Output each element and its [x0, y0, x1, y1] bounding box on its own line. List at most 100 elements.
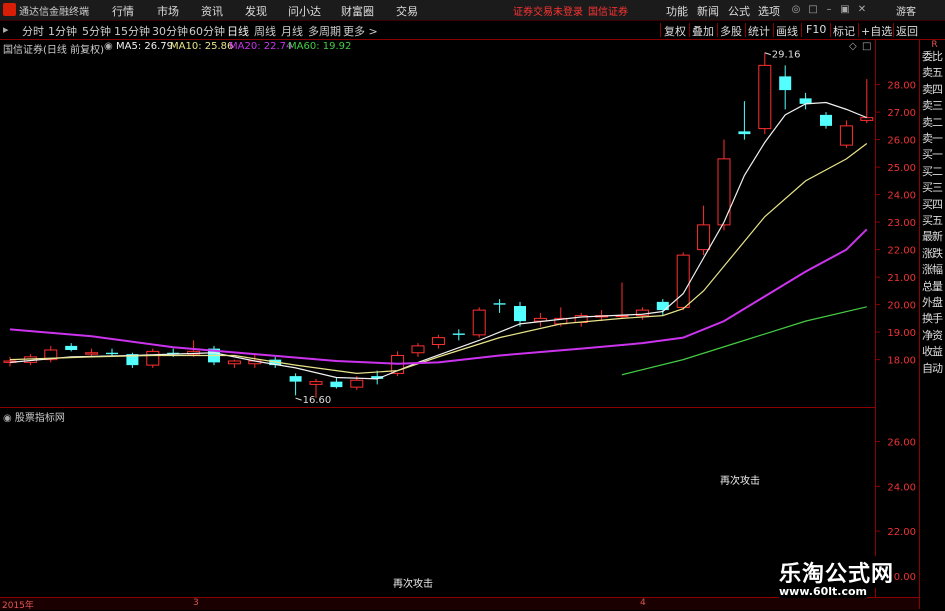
price-tick-label: 27.00 — [887, 108, 916, 119]
menu-trade[interactable]: 交易 — [396, 3, 418, 19]
extreme-pointer — [764, 52, 771, 56]
broker-name[interactable]: 国信证券 — [588, 3, 628, 18]
annotation-attack-2: 再次攻击 — [393, 579, 433, 590]
tab-daily[interactable]: 日线 — [227, 23, 249, 39]
quote-panel-item[interactable]: 涨幅 — [922, 261, 945, 277]
tab-30min[interactable]: 30分钟 — [152, 23, 188, 39]
price-tick-label: 25.00 — [887, 163, 916, 174]
message-icon[interactable]: ◎ — [790, 4, 802, 15]
tab-multi-period[interactable]: 多周期 — [308, 23, 341, 39]
candle-body — [85, 352, 99, 355]
candle-body — [676, 254, 690, 308]
mark-button[interactable]: 标记 — [833, 23, 855, 39]
tab-monthly[interactable]: 月线 — [281, 23, 303, 39]
menu-market[interactable]: 市场 — [157, 3, 179, 19]
extreme-label: 16.60 — [303, 395, 332, 406]
quote-panel-item[interactable]: 买四 — [922, 196, 945, 212]
candle-body — [820, 114, 832, 126]
candle-body — [330, 381, 343, 388]
quote-panel-item[interactable]: 买一 — [922, 146, 945, 162]
candle-body — [65, 345, 78, 350]
candle-body — [472, 309, 486, 336]
candle-body — [717, 158, 731, 226]
quote-panel-item[interactable]: 买二 — [922, 163, 945, 179]
guest-login[interactable]: 游客 — [896, 3, 916, 18]
quote-side-panel: R 委比 卖五 卖四 卖三 卖二 卖一 买一 买二 买三 买四 买五 最新 涨跌 涨幅 总量 外盘 换手 净资 收益… — [919, 40, 945, 609]
quote-panel-item[interactable]: 换手 — [922, 310, 945, 326]
period-toolbar: ▸ 分时 1分钟 5分钟 15分钟 30分钟 60分钟 日线 周线 月线 多周期… — [0, 21, 945, 40]
tab-1min[interactable]: 1分钟 — [48, 23, 77, 39]
menu-news[interactable]: 资讯 — [201, 3, 223, 19]
candle-body — [411, 345, 425, 354]
title-bar: 通达信金融终端 行情 市场 资讯 发现 问小达 财富圈 交易 证券交易未登录 国… — [0, 0, 945, 21]
tab-more[interactable]: 更多 > — [343, 23, 378, 39]
quote-panel-item[interactable]: 净资 — [922, 327, 945, 343]
sub-tick-label: 22.00 — [887, 527, 916, 538]
candle-body — [839, 125, 853, 146]
watermark-title: 乐淘公式网 — [779, 556, 895, 588]
candle-body — [860, 117, 874, 121]
extreme-pointer — [295, 397, 302, 401]
quote-panel-item[interactable]: 卖四 — [922, 81, 945, 97]
close-icon[interactable]: ✕ — [856, 4, 868, 15]
multi-stock-button[interactable]: 多股 — [720, 23, 742, 39]
quote-panel-item[interactable]: 买五 — [922, 212, 945, 228]
candlestick-chart[interactable]: 18.00 19.00 20.00 21.00 22.00 23.00 24.00 25.00… — [0, 40, 919, 407]
quote-panel-item[interactable]: 收益 — [922, 343, 945, 359]
quote-panel-item[interactable]: 涨跌 — [922, 245, 945, 261]
menu-discover[interactable]: 发现 — [245, 3, 267, 19]
watermark-url: www.60lt.com — [779, 585, 868, 598]
window-icon[interactable]: □ — [807, 4, 819, 15]
adjust-price-button[interactable]: 复权 — [664, 23, 686, 39]
menu-market-quotes[interactable]: 行情 — [112, 3, 134, 19]
time-label-april: 4 — [640, 598, 646, 608]
tab-intraday[interactable]: 分时 — [22, 23, 44, 39]
indicator-settings-icon[interactable]: ◉ — [3, 413, 12, 424]
candle-body — [758, 64, 772, 130]
price-tick-label: 22.00 — [887, 246, 916, 257]
overlay-button[interactable]: 叠加 — [692, 23, 714, 39]
price-tick-label: 23.00 — [887, 218, 916, 229]
quote-panel-item[interactable]: 卖五 — [922, 64, 945, 80]
tab-weekly[interactable]: 周线 — [254, 23, 276, 39]
menu-options[interactable]: 选项 — [758, 3, 780, 19]
quote-panel-item[interactable]: 总量 — [922, 278, 945, 294]
tab-5min[interactable]: 5分钟 — [82, 23, 111, 39]
f10-button[interactable]: F10 — [806, 23, 826, 36]
quote-panel-item[interactable]: 买三 — [922, 179, 945, 195]
menu-headlines[interactable]: 新闻 — [697, 3, 719, 19]
sub-tick-label: 24.00 — [887, 482, 916, 493]
quote-panel-item[interactable]: 外盘 — [922, 294, 945, 310]
annotation-attack-1: 再次攻击 — [720, 476, 760, 487]
quote-panel-item[interactable]: 自动 — [922, 360, 945, 376]
trade-login-status[interactable]: 证券交易未登录 — [513, 3, 583, 18]
tab-60min[interactable]: 60分钟 — [189, 23, 225, 39]
candle-body — [431, 337, 445, 345]
price-tick-label: 28.00 — [887, 81, 916, 92]
menu-wealth-circle[interactable]: 财富圈 — [341, 3, 374, 19]
menu-formula[interactable]: 公式 — [728, 3, 750, 19]
quote-panel-item[interactable]: 卖一 — [922, 130, 945, 146]
candle-body — [493, 303, 506, 305]
candle-body — [656, 301, 669, 311]
price-tick-label: 21.00 — [887, 273, 916, 284]
quote-panel-item[interactable]: 最新 — [922, 228, 945, 244]
time-label-2015: 2015年 — [2, 601, 34, 611]
draw-line-button[interactable]: 画线 — [776, 23, 798, 39]
time-axis: 2015年 3 4 — [0, 597, 919, 611]
tab-15min[interactable]: 15分钟 — [114, 23, 150, 39]
quote-panel-item[interactable]: 委比 — [922, 48, 945, 64]
add-watchlist-button[interactable]: +自选 — [861, 23, 892, 39]
price-tick-label: 26.00 — [887, 136, 916, 147]
quote-panel-item[interactable]: 卖三 — [922, 97, 945, 113]
candle-body — [514, 306, 526, 322]
menu-function[interactable]: 功能 — [666, 3, 688, 19]
minimize-icon[interactable]: – — [823, 4, 835, 15]
restore-icon[interactable]: ▣ — [839, 4, 851, 15]
period-arrow-icon[interactable]: ▸ — [3, 23, 9, 36]
menu-ask-xiaoda[interactable]: 问小达 — [288, 3, 321, 19]
price-tick-label: 20.00 — [887, 301, 916, 312]
statistics-button[interactable]: 统计 — [748, 23, 770, 39]
back-button[interactable]: 返回 — [896, 23, 918, 39]
quote-panel-item[interactable]: 卖二 — [922, 114, 945, 130]
